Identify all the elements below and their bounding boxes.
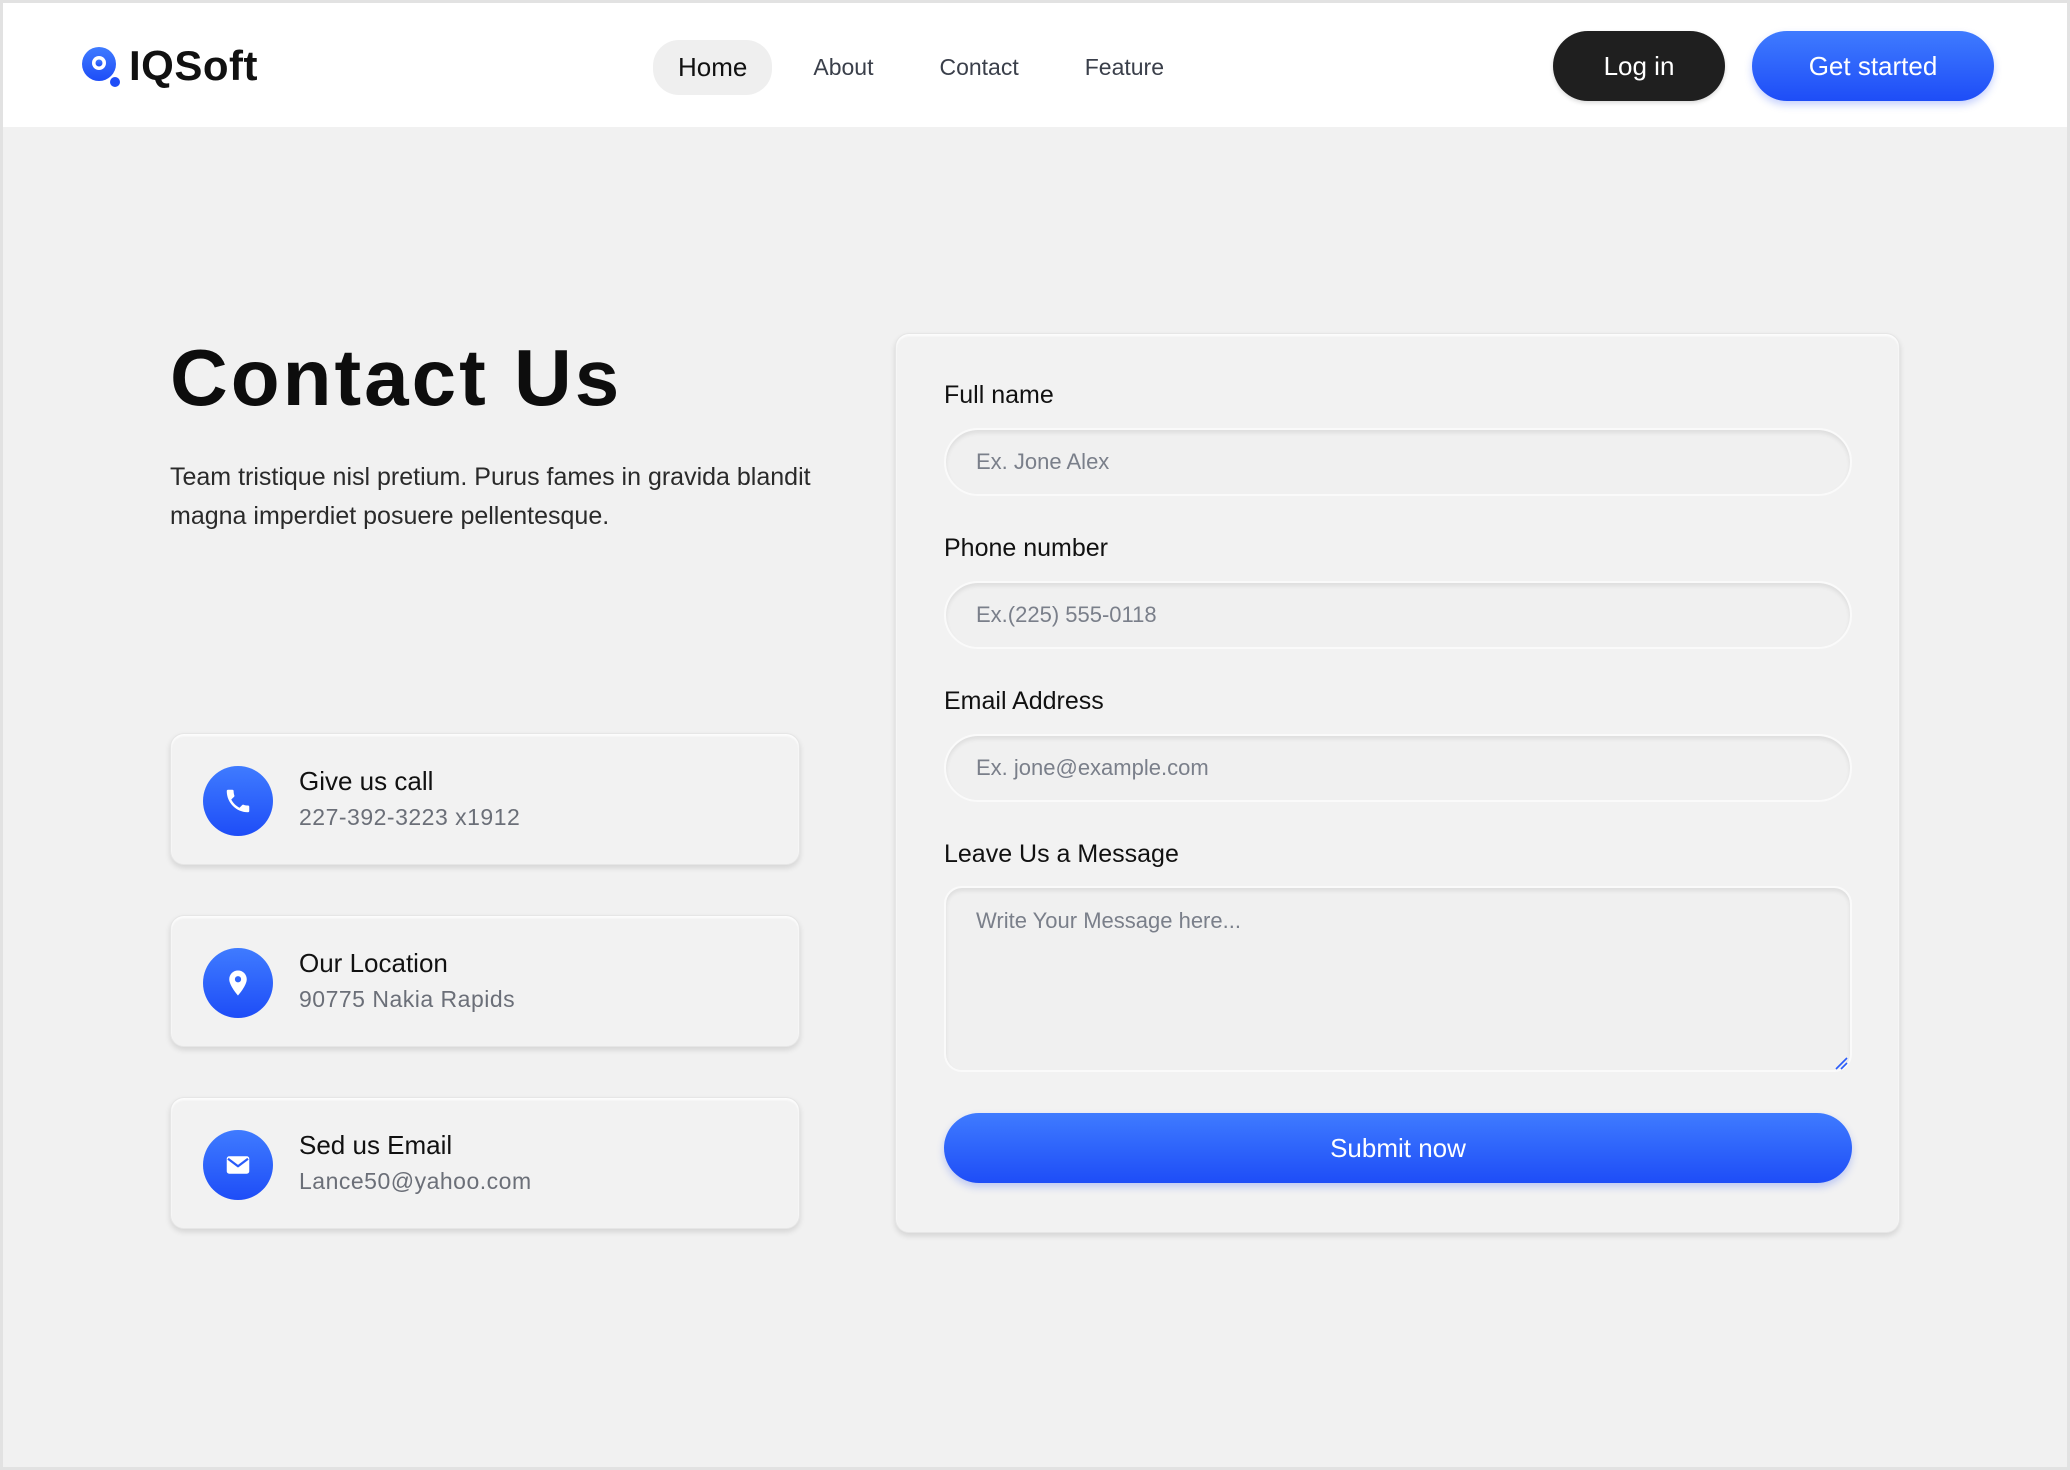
contact-card-value: 90775 Nakia Rapids xyxy=(299,986,516,1012)
full-name-label: Full name xyxy=(944,381,1054,409)
nav-item-contact[interactable]: Contact xyxy=(914,42,1043,93)
mail-icon xyxy=(203,1130,273,1200)
nav-item-about[interactable]: About xyxy=(788,42,898,93)
phone-number-label: Phone number xyxy=(944,534,1109,562)
nav-item-feature[interactable]: Feature xyxy=(1060,42,1189,93)
submit-button[interactable]: Submit now xyxy=(944,1113,1852,1183)
email-address-input[interactable] xyxy=(944,734,1852,802)
top-navigation-bar: IQSoft Home About Contact Feature Log in… xyxy=(3,3,2067,127)
contact-card-value: Lance50@yahoo.com xyxy=(299,1168,532,1194)
nav-item-home[interactable]: Home xyxy=(653,39,773,95)
message-label: Leave Us a Message xyxy=(944,840,1179,868)
login-button[interactable]: Log in xyxy=(1553,31,1725,101)
contact-card-value: 227-392-3223 x1912 xyxy=(299,804,521,830)
contact-card-email: Sed us Email Lance50@yahoo.com xyxy=(170,1097,800,1229)
page-description: Team tristique nisl pretium. Purus fames… xyxy=(170,463,811,530)
email-address-label: Email Address xyxy=(944,687,1104,715)
contact-card-phone: Give us call 227-392-3223 x1912 xyxy=(170,733,800,865)
full-name-input[interactable] xyxy=(944,428,1852,496)
location-pin-icon xyxy=(203,948,273,1018)
brand-logo[interactable]: IQSoft xyxy=(79,41,258,91)
main-nav: Home About Contact Feature xyxy=(653,39,1189,95)
phone-number-input[interactable] xyxy=(944,581,1852,649)
logo-icon xyxy=(82,47,120,87)
resize-handle-icon[interactable] xyxy=(1832,1054,1848,1070)
contact-card-title: Our Location xyxy=(299,948,448,978)
phone-icon xyxy=(203,766,273,836)
message-textarea[interactable] xyxy=(944,886,1852,1072)
contact-card-title: Give us call xyxy=(299,766,434,796)
page-title: Contact Us xyxy=(170,333,623,422)
brand-name: IQSoft xyxy=(129,42,258,89)
contact-form: Full name Phone number Email Address Lea… xyxy=(895,333,1900,1233)
contact-card-title: Sed us Email xyxy=(299,1130,453,1160)
contact-card-location: Our Location 90775 Nakia Rapids xyxy=(170,915,800,1047)
get-started-button[interactable]: Get started xyxy=(1752,31,1994,101)
